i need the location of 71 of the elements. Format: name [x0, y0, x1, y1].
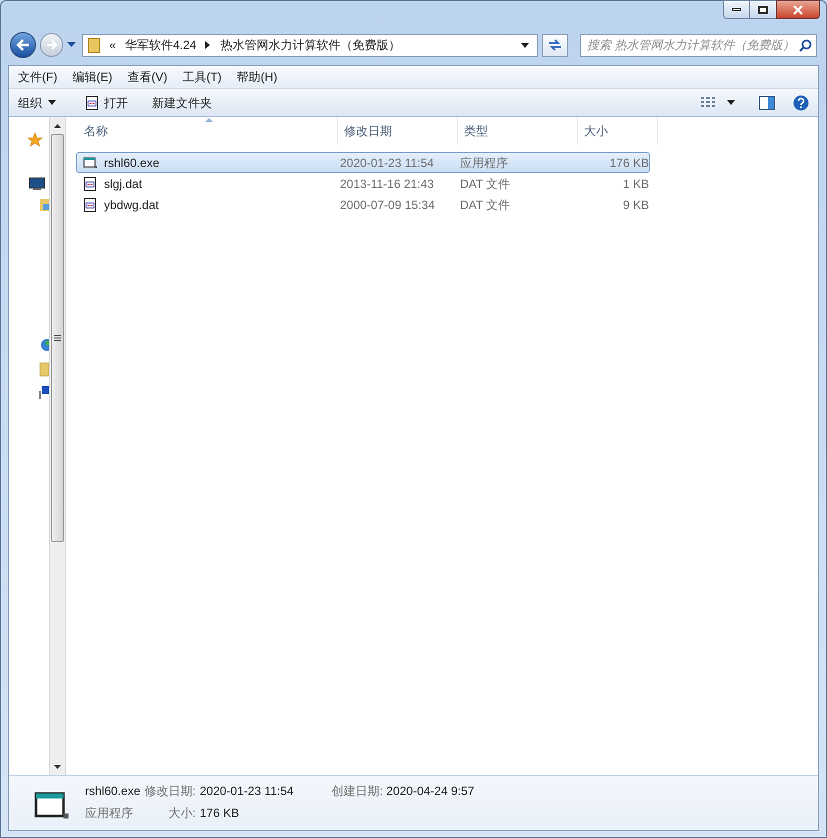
scrollbar[interactable] — [49, 117, 66, 775]
modified-date: 2020-01-23 11:54 — [339, 154, 435, 172]
address-segment[interactable]: 华军软件4.24 — [124, 36, 196, 54]
details-label: 大小: — [167, 805, 196, 822]
folder-icon — [88, 38, 100, 52]
application-icon — [82, 154, 98, 170]
overflow-chevron[interactable]: « — [109, 36, 116, 54]
column-header[interactable]: 修改日期 — [338, 117, 458, 145]
grip-icon — [54, 335, 61, 341]
search-field[interactable]: 搜索 热水管网水力计算软件（免费版） — [580, 34, 818, 56]
file-row[interactable]: rshl60.exe 2020-01-23 11:54 应用程序 176 KB — [76, 152, 650, 173]
file-name: ybdwg.dat — [104, 196, 159, 214]
details-file-type: 应用程序 — [85, 805, 134, 822]
modified-date: 2013-11-16 21:43 — [339, 176, 435, 192]
search-input[interactable]: 搜索 热水管网水力计算软件（免费版） — [587, 36, 800, 54]
sort-arrow-icon — [205, 118, 213, 122]
toolbar-button[interactable]: 新建文件夹 — [152, 94, 212, 112]
scrollbar-thumb[interactable] — [51, 134, 64, 542]
details-created: 创建日期: 2020-04-24 9:57 — [332, 783, 474, 800]
file-size: 1 KB — [622, 176, 649, 192]
modified-date: 2000-07-09 15:34 — [339, 196, 436, 214]
details-label: 修改日期: — [144, 783, 196, 800]
file-type: DAT 文件 — [459, 196, 512, 214]
file-name: rshl60.exe — [104, 154, 160, 172]
file-row[interactable]: ybdwg.dat 2000-07-09 15:34 DAT 文件 9 KB — [76, 194, 650, 215]
menu-item[interactable]: 编辑(E) — [65, 68, 120, 86]
monitor-icon[interactable] — [29, 177, 45, 191]
folder-icon[interactable] — [39, 197, 49, 213]
menu-item[interactable]: 工具(T) — [175, 68, 229, 86]
refresh-button[interactable] — [542, 34, 568, 56]
toolbar-button[interactable]: 打开 — [84, 94, 128, 112]
column-header[interactable]: 大小 — [578, 117, 658, 145]
globe-icon[interactable] — [39, 337, 49, 353]
menu-item[interactable]: 帮助(H) — [230, 68, 284, 86]
details-file-name: rshl60.exe — [85, 783, 140, 800]
close-button[interactable] — [776, 0, 820, 19]
details-value: 2020-01-23 11:54 — [200, 783, 294, 800]
file-row[interactable]: slgj.dat 2013-11-16 21:43 DAT 文件 1 KB — [76, 173, 650, 194]
menu-item[interactable]: 查看(V) — [120, 68, 174, 86]
column-header[interactable]: 名称 — [76, 117, 338, 145]
star-icon[interactable] — [27, 132, 43, 148]
document-icon — [82, 176, 98, 192]
document-icon — [82, 196, 98, 212]
help-icon[interactable] — [793, 94, 809, 110]
minimize-button[interactable] — [723, 0, 750, 19]
document-icon — [84, 94, 100, 110]
file-name: slgj.dat — [104, 176, 142, 192]
forward-arrow-icon — [46, 40, 58, 50]
scroll-down-icon[interactable] — [54, 764, 61, 768]
file-size: 9 KB — [622, 196, 649, 214]
file-type: DAT 文件 — [459, 176, 512, 192]
scroll-up-icon[interactable] — [54, 124, 61, 128]
toolbar-button[interactable]: 组织 — [18, 94, 56, 112]
caret-icon — [48, 100, 56, 105]
address-bar[interactable]: « 华军软件4.24 热水管网水力计算软件（免费版） — [82, 34, 538, 56]
menu-item[interactable]: 文件(F) — [11, 68, 64, 86]
column-header[interactable]: 类型 — [458, 117, 578, 145]
close-icon — [793, 4, 803, 14]
file-size: 176 KB — [608, 154, 649, 172]
view-options-icon[interactable] — [701, 96, 717, 108]
details-value: 176 KB — [200, 805, 240, 822]
caret-icon[interactable] — [727, 100, 735, 105]
refresh-icon — [548, 39, 562, 51]
search-icon — [799, 38, 812, 52]
preview-pane-icon[interactable] — [759, 96, 775, 110]
separator-arrow-icon[interactable] — [205, 41, 212, 49]
file-type: 应用程序 — [459, 154, 509, 172]
dropdown-icon[interactable] — [521, 42, 530, 48]
back-arrow-icon — [16, 39, 30, 51]
address-segment[interactable]: 热水管网水力计算软件（免费版） — [220, 36, 400, 54]
maximize-button[interactable] — [750, 0, 776, 19]
